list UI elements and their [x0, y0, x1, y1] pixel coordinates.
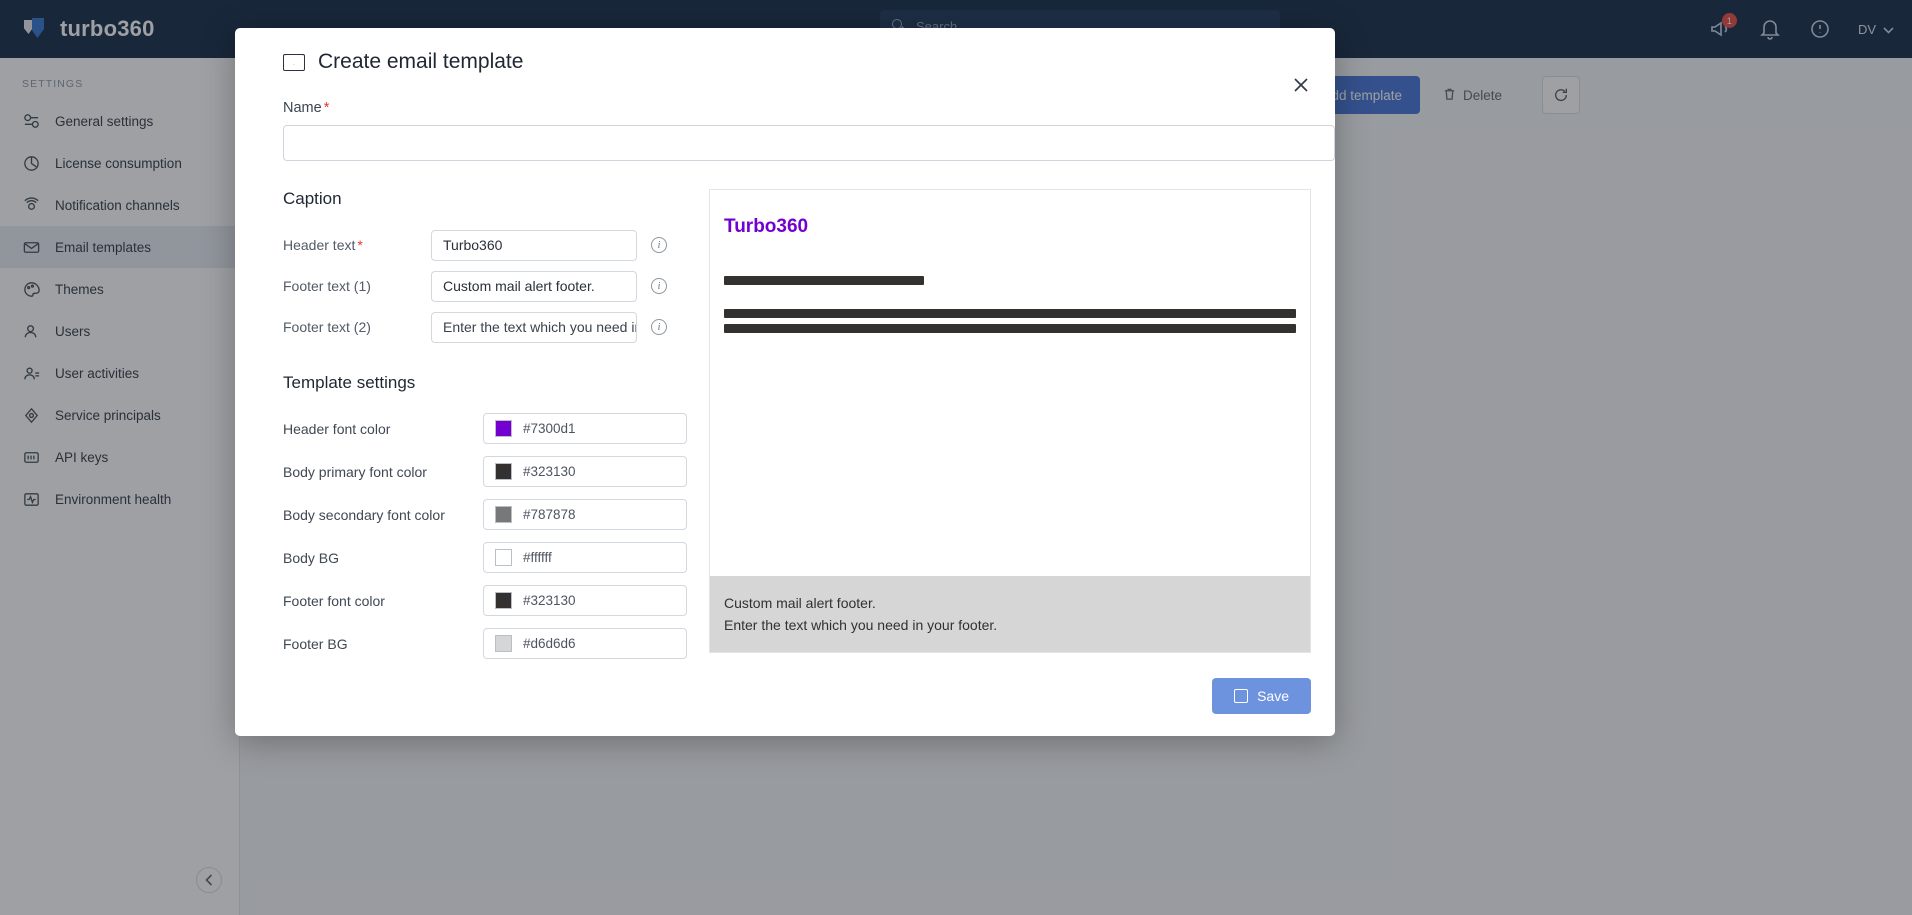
color-hex-value: #323130 — [523, 464, 576, 479]
preview-placeholder-bar — [724, 324, 1296, 333]
dialog-header: Create email template — [259, 28, 1311, 74]
footer-text-2-row: Footer text (2) Enter the text which you… — [283, 307, 687, 347]
save-icon — [1234, 689, 1249, 703]
info-icon[interactable]: i — [651, 319, 667, 335]
body-secondary-font-color-picker[interactable]: #787878 — [483, 499, 687, 530]
info-icon[interactable]: i — [651, 278, 667, 294]
footer-text-1-label: Footer text (1) — [283, 278, 371, 294]
caption-section-heading: Caption — [283, 189, 342, 208]
body-primary-font-color-picker[interactable]: #323130 — [483, 456, 687, 487]
envelope-icon — [283, 53, 305, 71]
preview-placeholder-bar — [724, 276, 924, 285]
close-icon — [1294, 78, 1308, 92]
body-bg-color-picker[interactable]: #ffffff — [483, 542, 687, 573]
close-button[interactable] — [1289, 76, 1313, 100]
name-input[interactable] — [283, 125, 1335, 161]
name-label-text: Name — [283, 100, 322, 116]
create-email-template-dialog: Create email template Name * Caption Head… — [235, 28, 1335, 736]
color-label: Body BG — [283, 549, 340, 566]
body-primary-font-color-row: Body primary font color #323130 — [283, 450, 687, 493]
footer-font-color-picker[interactable]: #323130 — [483, 585, 687, 616]
color-label: Footer font color — [283, 592, 385, 609]
footer-font-color-row: Footer font color #323130 — [283, 579, 687, 622]
application-root: turbo360 Search 1 DV SETTINGS General se… — [0, 0, 1912, 915]
footer-text-1-row: Footer text (1) Custom mail alert footer… — [283, 266, 687, 306]
dialog-title: Create email template — [283, 50, 523, 74]
color-swatch — [495, 420, 512, 437]
preview-placeholder-bar — [724, 309, 1296, 318]
color-hex-value: #d6d6d6 — [523, 636, 576, 651]
footer-bg-color-picker[interactable]: #d6d6d6 — [483, 628, 687, 659]
color-label: Body primary font color — [283, 463, 427, 480]
body-bg-row: Body BG #ffffff — [283, 536, 687, 579]
header-text-label: Header text * — [283, 237, 363, 253]
dialog-title-text: Create email template — [318, 50, 524, 73]
info-icon[interactable]: i — [651, 237, 667, 253]
preview-column: Turbo360 Custom mail alert footer. Enter… — [709, 189, 1311, 665]
header-font-color-picker[interactable]: #7300d1 — [483, 413, 687, 444]
header-text-input[interactable]: Turbo360 — [431, 229, 637, 261]
save-button[interactable]: Save — [1212, 678, 1311, 714]
body-secondary-font-color-row: Body secondary font color #787878 — [283, 493, 687, 536]
footer-text-2-label: Footer text (2) — [283, 319, 371, 335]
header-font-color-row: Header font color #7300d1 — [283, 407, 687, 450]
email-preview: Turbo360 Custom mail alert footer. Enter… — [709, 189, 1311, 653]
color-label: Body secondary font color — [283, 506, 445, 523]
footer-text-1-input[interactable]: Custom mail alert footer. — [431, 270, 637, 302]
color-hex-value: #323130 — [523, 593, 576, 608]
color-swatch — [495, 463, 512, 480]
color-swatch — [495, 635, 512, 652]
preview-footer-line-1: Custom mail alert footer. — [724, 595, 876, 611]
color-swatch — [495, 506, 512, 523]
color-hex-value: #7300d1 — [523, 421, 576, 436]
color-swatch — [495, 549, 512, 566]
preview-brand-text: Turbo360 — [724, 216, 809, 237]
color-hex-value: #787878 — [523, 507, 576, 522]
template-settings-heading: Template settings — [283, 373, 416, 392]
preview-footer-line-2: Enter the text which you need in your fo… — [724, 617, 998, 633]
preview-footer: Custom mail alert footer. Enter the text… — [710, 576, 1310, 652]
footer-text-2-input[interactable]: Enter the text which you need in your fo… — [431, 311, 637, 343]
dialog-body: Caption Header text * Turbo360 i Footer t… — [259, 161, 1311, 665]
color-label: Header font color — [283, 420, 391, 437]
color-swatch — [495, 592, 512, 609]
header-text-row: Header text * Turbo360 i — [283, 225, 687, 265]
required-marker: * — [323, 100, 330, 116]
footer-bg-row: Footer BG #d6d6d6 — [283, 622, 687, 665]
dialog-footer: Save — [1212, 678, 1311, 714]
name-field-label: Name * — [259, 74, 1311, 125]
color-label: Footer BG — [283, 635, 348, 652]
color-hex-value: #ffffff — [523, 550, 552, 565]
settings-column: Caption Header text * Turbo360 i Footer t… — [283, 189, 687, 665]
save-label: Save — [1257, 688, 1289, 704]
preview-body: Turbo360 — [710, 190, 1310, 576]
